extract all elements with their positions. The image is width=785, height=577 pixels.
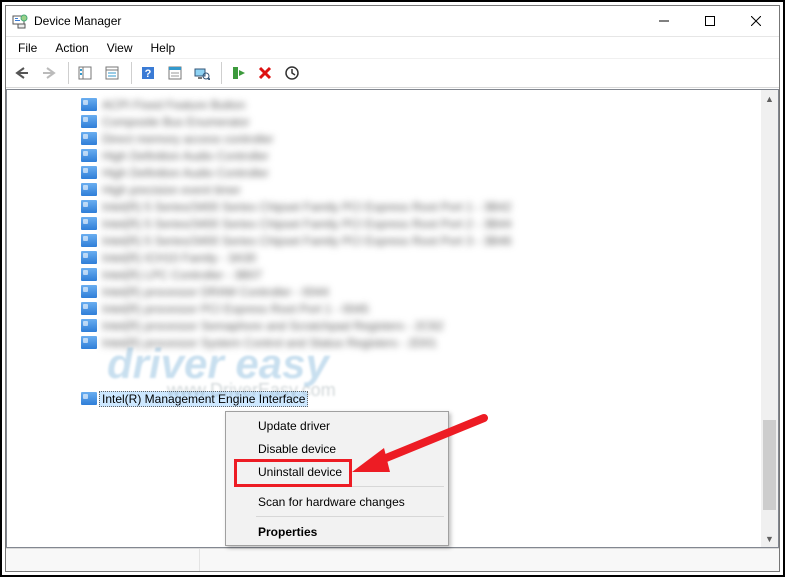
device-tree-item[interactable]: Intel(R) processor System Control and St… [7,334,761,351]
menu-uninstall-device[interactable]: Uninstall device [228,460,446,483]
device-label: High precision event timer [102,183,241,197]
toolbar: ? [6,59,779,88]
device-label: Intel(R) ICH10 Family - 3A30 [102,251,256,265]
update-driver-toolbar-button[interactable] [226,61,250,85]
scroll-down-button[interactable]: ▼ [761,530,778,547]
scan-hardware-button[interactable] [190,61,214,85]
device-label: Intel(R) LPC Controller - 3B07 [102,268,262,282]
device-icon [81,98,97,111]
device-icon [81,392,97,405]
device-icon [81,200,97,213]
toolbar-separator [221,62,222,84]
device-icon [81,319,97,332]
menu-disable-device[interactable]: Disable device [228,437,446,460]
device-tree-item[interactable]: Intel(R) processor DRAM Controller - 004… [7,283,761,300]
device-tree-item[interactable]: Intel(R) 5 Series/3400 Series Chipset Fa… [7,232,761,249]
device-icon [81,217,97,230]
device-icon [81,115,97,128]
device-label: ACPI Fixed Feature Button [102,98,245,112]
device-label: Intel(R) processor Semaphore and Scratch… [102,319,444,333]
status-cell [6,549,200,571]
help-button[interactable]: ? [136,61,160,85]
device-icon [81,149,97,162]
menu-scan-hardware[interactable]: Scan for hardware changes [228,490,446,513]
device-manager-window: Device Manager File Action View Help [5,5,780,572]
menu-help[interactable]: Help [143,39,184,57]
context-menu: Update driver Disable device Uninstall d… [225,411,449,546]
menu-view[interactable]: View [99,39,141,57]
device-label: Intel(R) 5 Series/3400 Series Chipset Fa… [102,217,512,231]
device-label: Direct memory access controller [102,132,273,146]
properties-button[interactable] [100,61,124,85]
device-label: High Definition Audio Controller [102,149,269,163]
app-icon [12,13,28,29]
device-icon [81,234,97,247]
device-tree-item[interactable]: Composite Bus Enumerator [7,113,761,130]
device-tree-item-selected[interactable]: Intel(R) Management Engine Interface [7,390,761,407]
device-icon [81,302,97,315]
menubar: File Action View Help [6,37,779,59]
scroll-up-button[interactable]: ▲ [761,90,778,107]
status-cell [200,549,779,571]
device-label: Composite Bus Enumerator [102,115,249,129]
window-title: Device Manager [34,14,121,28]
device-icon [81,132,97,145]
device-icon [81,251,97,264]
show-hide-tree-button[interactable] [73,61,97,85]
annotated-frame: Device Manager File Action View Help [0,0,785,577]
device-tree-item[interactable]: High Definition Audio Controller [7,164,761,181]
device-tree-item[interactable]: Intel(R) ICH10 Family - 3A30 [7,249,761,266]
close-button[interactable] [733,6,779,36]
menu-properties[interactable]: Properties [228,520,446,543]
vertical-scrollbar[interactable]: ▲ ▼ [761,90,778,547]
toolbar-separator [131,62,132,84]
device-tree-item[interactable]: Intel(R) processor Semaphore and Scratch… [7,317,761,334]
device-label: Intel(R) 5 Series/3400 Series Chipset Fa… [102,234,512,248]
device-tree-item[interactable]: Intel(R) LPC Controller - 3B07 [7,266,761,283]
device-label: Intel(R) processor System Control and St… [102,336,437,350]
menu-separator [256,516,444,517]
action-details-button[interactable] [163,61,187,85]
disable-toolbar-button[interactable] [280,61,304,85]
forward-button[interactable] [37,61,61,85]
menu-action[interactable]: Action [47,39,96,57]
maximize-button[interactable] [687,6,733,36]
device-label: Intel(R) Management Engine Interface [99,391,308,407]
scroll-thumb[interactable] [763,420,776,510]
device-label: Intel(R) 5 Series/3400 Series Chipset Fa… [102,200,512,214]
device-label: Intel(R) processor PCI Express Root Port… [102,302,369,316]
device-label: Intel(R) processor DRAM Controller - 004… [102,285,329,299]
device-icon [81,268,97,281]
device-tree-item[interactable]: High Definition Audio Controller [7,147,761,164]
status-bar [6,548,779,571]
back-button[interactable] [10,61,34,85]
device-tree-item[interactable]: Intel(R) processor PCI Express Root Port… [7,300,761,317]
device-label: High Definition Audio Controller [102,166,269,180]
uninstall-toolbar-button[interactable] [253,61,277,85]
menu-file[interactable]: File [10,39,45,57]
menu-separator [256,486,444,487]
menu-update-driver[interactable]: Update driver [228,414,446,437]
device-tree-item[interactable]: ACPI Fixed Feature Button [7,96,761,113]
device-icon [81,336,97,349]
device-tree-item[interactable]: Direct memory access controller [7,130,761,147]
minimize-button[interactable] [641,6,687,36]
toolbar-separator [68,62,69,84]
device-icon [81,285,97,298]
titlebar[interactable]: Device Manager [6,6,779,37]
device-tree-item[interactable]: High precision event timer [7,181,761,198]
svg-text:?: ? [145,68,152,80]
device-tree-item[interactable]: Intel(R) 5 Series/3400 Series Chipset Fa… [7,215,761,232]
device-tree-item[interactable]: Intel(R) 5 Series/3400 Series Chipset Fa… [7,198,761,215]
device-icon [81,166,97,179]
device-icon [81,183,97,196]
